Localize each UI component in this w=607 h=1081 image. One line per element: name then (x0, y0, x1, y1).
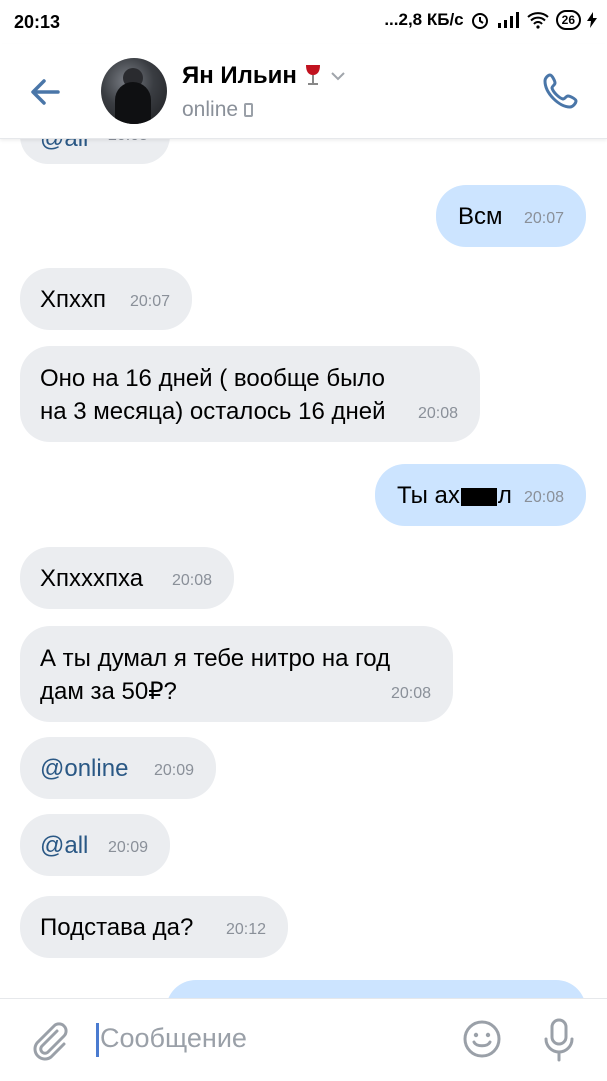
message-incoming[interactable]: @all 20:09 (20, 814, 170, 876)
message-incoming[interactable]: Подстава да? 20:12 (20, 896, 288, 958)
phone-call-icon[interactable] (540, 70, 582, 112)
mobile-icon (244, 103, 254, 117)
wifi-icon (526, 12, 549, 29)
contact-name-row[interactable]: Ян Ильин (182, 62, 347, 90)
avatar[interactable] (101, 58, 167, 124)
status-icons: ...2,8 КБ/с 26 (384, 10, 597, 30)
status-time: 20:13 (14, 12, 61, 32)
message-incoming[interactable]: @online 20:09 (20, 737, 216, 799)
message-incoming[interactable]: Хпхххпха 20:08 (20, 547, 234, 609)
text-cursor (96, 1023, 99, 1057)
chat-header: Ян Ильин online (0, 44, 607, 139)
chevron-down-icon[interactable] (329, 70, 347, 82)
censor-block (460, 487, 497, 506)
wine-glass-icon (305, 65, 320, 85)
message-outgoing[interactable] (166, 980, 586, 998)
contact-name: Ян Ильин (182, 62, 297, 89)
online-status: online (182, 98, 239, 121)
status-bar: 20:13 ...2,8 КБ/с 26 (0, 0, 607, 44)
charging-icon (587, 12, 597, 28)
message-input[interactable]: Сообщение (100, 1023, 247, 1054)
message-outgoing[interactable]: Ты ах л 20:08 (375, 464, 586, 526)
message-outgoing[interactable]: Всм 20:07 (436, 185, 586, 247)
message-incoming[interactable]: @all 20:05 (20, 138, 170, 164)
contact-status: online (182, 98, 254, 122)
message-incoming[interactable]: Хпххп 20:07 (20, 268, 192, 330)
battery-icon: 26 (555, 10, 581, 30)
alarm-icon (471, 13, 488, 29)
message-input-bar: Сообщение (0, 998, 607, 1081)
message-list[interactable]: @all 20:05 Всм 20:07 Хпххп 20:07 Оно на … (0, 138, 607, 998)
back-arrow-icon[interactable] (26, 72, 66, 112)
microphone-icon[interactable] (541, 1017, 577, 1063)
emoji-icon[interactable] (462, 1019, 502, 1059)
message-incoming[interactable]: Оно на 16 дней ( вообще было на 3 месяца… (20, 346, 480, 442)
message-incoming[interactable]: А ты думал я тебе нитро на год дам за 50… (20, 626, 453, 722)
signal-icon (497, 12, 519, 28)
paperclip-icon[interactable] (28, 1019, 68, 1061)
network-speed: ...2,8 КБ/с (384, 10, 464, 29)
